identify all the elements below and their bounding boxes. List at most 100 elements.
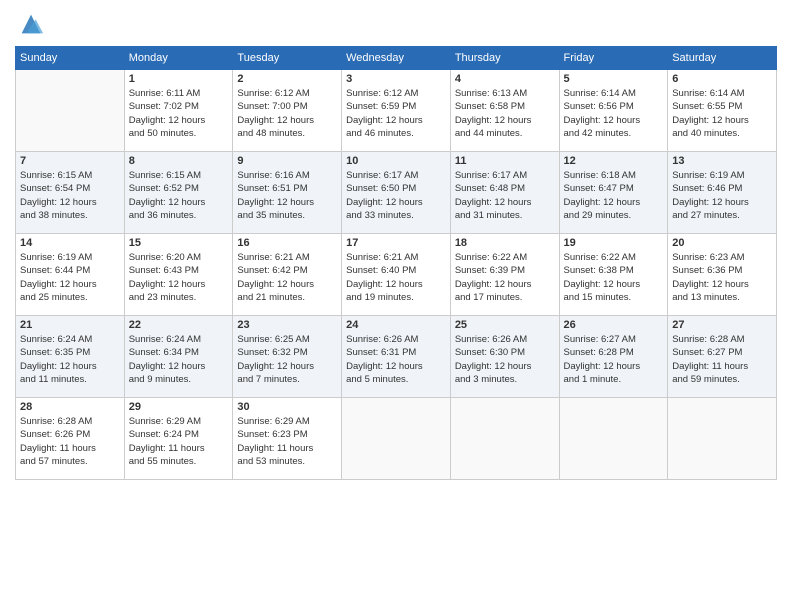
calendar-cell: 21 Sunrise: 6:24 AM Sunset: 6:35 PM Dayli…: [16, 316, 125, 398]
day-info: Sunrise: 6:20 AM Sunset: 6:43 PM Dayligh…: [129, 251, 229, 304]
day-info: Sunrise: 6:22 AM Sunset: 6:39 PM Dayligh…: [455, 251, 555, 304]
day-number: 8: [129, 155, 229, 167]
day-info: Sunrise: 6:13 AM Sunset: 6:58 PM Dayligh…: [455, 87, 555, 140]
day-number: 14: [20, 237, 120, 249]
calendar-cell: 11Sunrise: 6:17 AM Sunset: 6:48 PM Dayli…: [450, 152, 559, 234]
calendar-week-4: 21 Sunrise: 6:24 AM Sunset: 6:35 PM Dayli…: [16, 316, 777, 398]
day-number: 18: [455, 237, 555, 249]
day-info: Sunrise: 6:17 AM Sunset: 6:50 PM Dayligh…: [346, 169, 446, 222]
day-info: Sunrise: 6:19 AM Sunset: 6:46 PM Dayligh…: [672, 169, 772, 222]
day-info: Sunrise: 6:14 AM Sunset: 6:55 PM Dayligh…: [672, 87, 772, 140]
day-info: Sunrise: 6:23 AM Sunset: 6:36 PM Dayligh…: [672, 251, 772, 304]
calendar-cell: 22 Sunrise: 6:24 AM Sunset: 6:34 PM Dayli…: [124, 316, 233, 398]
day-info: Sunrise: 6:24 AM Sunset: 6:35 PM Dayligh…: [20, 333, 120, 386]
calendar-cell: [16, 70, 125, 152]
calendar-cell: 6 Sunrise: 6:14 AM Sunset: 6:55 PM Daylig…: [668, 70, 777, 152]
calendar-cell: 15 Sunrise: 6:20 AM Sunset: 6:43 PM Dayli…: [124, 234, 233, 316]
day-number: 19: [564, 237, 664, 249]
day-info: Sunrise: 6:28 AM Sunset: 6:26 PM Dayligh…: [20, 415, 120, 468]
day-number: 13: [672, 155, 772, 167]
day-number: 23: [237, 319, 337, 331]
day-number: 12: [564, 155, 664, 167]
calendar-cell: 19 Sunrise: 6:22 AM Sunset: 6:38 PM Dayli…: [559, 234, 668, 316]
calendar-cell: [450, 398, 559, 480]
day-info: Sunrise: 6:12 AM Sunset: 6:59 PM Dayligh…: [346, 87, 446, 140]
day-info: Sunrise: 6:27 AM Sunset: 6:28 PM Dayligh…: [564, 333, 664, 386]
day-info: Sunrise: 6:15 AM Sunset: 6:54 PM Dayligh…: [20, 169, 120, 222]
day-number: 15: [129, 237, 229, 249]
day-number: 24: [346, 319, 446, 331]
calendar-cell: [342, 398, 451, 480]
header-monday: Monday: [124, 47, 233, 70]
calendar-cell: [668, 398, 777, 480]
calendar-week-5: 28 Sunrise: 6:28 AM Sunset: 6:26 PM Dayli…: [16, 398, 777, 480]
logo: [15, 10, 45, 38]
calendar-cell: 27 Sunrise: 6:28 AM Sunset: 6:27 PM Dayli…: [668, 316, 777, 398]
day-info: Sunrise: 6:14 AM Sunset: 6:56 PM Dayligh…: [564, 87, 664, 140]
day-number: 4: [455, 73, 555, 85]
day-number: 28: [20, 401, 120, 413]
calendar: SundayMondayTuesdayWednesdayThursdayFrid…: [15, 46, 777, 480]
calendar-cell: 7 Sunrise: 6:15 AM Sunset: 6:54 PM Daylig…: [16, 152, 125, 234]
day-info: Sunrise: 6:18 AM Sunset: 6:47 PM Dayligh…: [564, 169, 664, 222]
calendar-cell: 24 Sunrise: 6:26 AM Sunset: 6:31 PM Dayli…: [342, 316, 451, 398]
calendar-cell: 18 Sunrise: 6:22 AM Sunset: 6:39 PM Dayli…: [450, 234, 559, 316]
day-number: 11: [455, 155, 555, 167]
calendar-cell: 25 Sunrise: 6:26 AM Sunset: 6:30 PM Dayli…: [450, 316, 559, 398]
calendar-cell: 5 Sunrise: 6:14 AM Sunset: 6:56 PM Daylig…: [559, 70, 668, 152]
day-number: 1: [129, 73, 229, 85]
calendar-header-row: SundayMondayTuesdayWednesdayThursdayFrid…: [16, 47, 777, 70]
calendar-cell: 12 Sunrise: 6:18 AM Sunset: 6:47 PM Dayli…: [559, 152, 668, 234]
day-number: 10: [346, 155, 446, 167]
calendar-cell: 29Sunrise: 6:29 AM Sunset: 6:24 PM Dayli…: [124, 398, 233, 480]
day-info: Sunrise: 6:28 AM Sunset: 6:27 PM Dayligh…: [672, 333, 772, 386]
day-number: 25: [455, 319, 555, 331]
day-number: 26: [564, 319, 664, 331]
day-number: 16: [237, 237, 337, 249]
day-number: 5: [564, 73, 664, 85]
calendar-cell: 3Sunrise: 6:12 AM Sunset: 6:59 PM Daylig…: [342, 70, 451, 152]
header-tuesday: Tuesday: [233, 47, 342, 70]
calendar-cell: 20Sunrise: 6:23 AM Sunset: 6:36 PM Dayli…: [668, 234, 777, 316]
day-info: Sunrise: 6:15 AM Sunset: 6:52 PM Dayligh…: [129, 169, 229, 222]
day-info: Sunrise: 6:25 AM Sunset: 6:32 PM Dayligh…: [237, 333, 337, 386]
day-info: Sunrise: 6:19 AM Sunset: 6:44 PM Dayligh…: [20, 251, 120, 304]
calendar-week-1: 1 Sunrise: 6:11 AM Sunset: 7:02 PM Daylig…: [16, 70, 777, 152]
calendar-cell: 2 Sunrise: 6:12 AM Sunset: 7:00 PM Daylig…: [233, 70, 342, 152]
calendar-cell: 17Sunrise: 6:21 AM Sunset: 6:40 PM Dayli…: [342, 234, 451, 316]
calendar-cell: 23 Sunrise: 6:25 AM Sunset: 6:32 PM Dayli…: [233, 316, 342, 398]
calendar-week-2: 7 Sunrise: 6:15 AM Sunset: 6:54 PM Daylig…: [16, 152, 777, 234]
day-number: 6: [672, 73, 772, 85]
calendar-cell: 26 Sunrise: 6:27 AM Sunset: 6:28 PM Dayli…: [559, 316, 668, 398]
day-info: Sunrise: 6:21 AM Sunset: 6:40 PM Dayligh…: [346, 251, 446, 304]
day-info: Sunrise: 6:26 AM Sunset: 6:31 PM Dayligh…: [346, 333, 446, 386]
calendar-cell: 10 Sunrise: 6:17 AM Sunset: 6:50 PM Dayli…: [342, 152, 451, 234]
day-number: 27: [672, 319, 772, 331]
calendar-cell: 28 Sunrise: 6:28 AM Sunset: 6:26 PM Dayli…: [16, 398, 125, 480]
calendar-cell: 14 Sunrise: 6:19 AM Sunset: 6:44 PM Dayli…: [16, 234, 125, 316]
calendar-cell: [559, 398, 668, 480]
day-info: Sunrise: 6:24 AM Sunset: 6:34 PM Dayligh…: [129, 333, 229, 386]
day-info: Sunrise: 6:29 AM Sunset: 6:23 PM Dayligh…: [237, 415, 337, 468]
logo-icon: [17, 10, 45, 38]
day-number: 21: [20, 319, 120, 331]
header-wednesday: Wednesday: [342, 47, 451, 70]
calendar-cell: 16Sunrise: 6:21 AM Sunset: 6:42 PM Dayli…: [233, 234, 342, 316]
day-number: 30: [237, 401, 337, 413]
page: SundayMondayTuesdayWednesdayThursdayFrid…: [0, 0, 792, 612]
day-info: Sunrise: 6:26 AM Sunset: 6:30 PM Dayligh…: [455, 333, 555, 386]
day-number: 7: [20, 155, 120, 167]
header-sunday: Sunday: [16, 47, 125, 70]
calendar-cell: 8 Sunrise: 6:15 AM Sunset: 6:52 PM Daylig…: [124, 152, 233, 234]
day-number: 22: [129, 319, 229, 331]
header-friday: Friday: [559, 47, 668, 70]
day-info: Sunrise: 6:12 AM Sunset: 7:00 PM Dayligh…: [237, 87, 337, 140]
day-number: 9: [237, 155, 337, 167]
day-number: 2: [237, 73, 337, 85]
day-info: Sunrise: 6:16 AM Sunset: 6:51 PM Dayligh…: [237, 169, 337, 222]
day-info: Sunrise: 6:22 AM Sunset: 6:38 PM Dayligh…: [564, 251, 664, 304]
day-info: Sunrise: 6:11 AM Sunset: 7:02 PM Dayligh…: [129, 87, 229, 140]
header: [15, 10, 777, 38]
day-info: Sunrise: 6:29 AM Sunset: 6:24 PM Dayligh…: [129, 415, 229, 468]
calendar-cell: 9 Sunrise: 6:16 AM Sunset: 6:51 PM Daylig…: [233, 152, 342, 234]
